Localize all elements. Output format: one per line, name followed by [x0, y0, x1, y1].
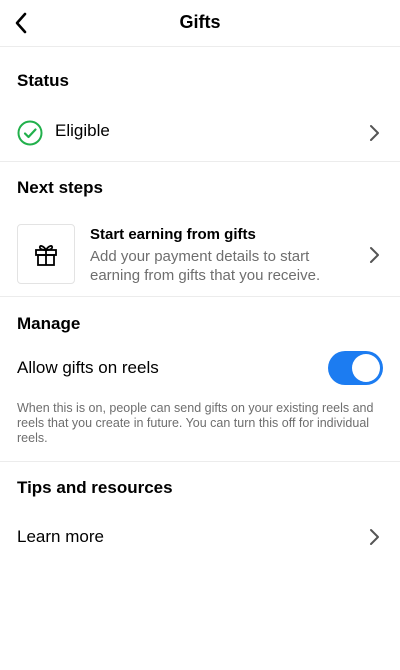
status-heading: Status [17, 71, 69, 90]
header: Gifts [0, 0, 400, 47]
check-circle-icon [17, 120, 43, 146]
allow-gifts-label: Allow gifts on reels [17, 358, 159, 377]
status-value: Eligible [55, 121, 110, 140]
chevron-right-icon [370, 247, 379, 263]
manage-heading: Manage [17, 314, 81, 333]
next-steps-heading: Next steps [17, 178, 103, 197]
page-title: Gifts [179, 12, 221, 32]
learn-more-link[interactable]: Learn more [17, 527, 104, 547]
allow-gifts-toggle[interactable] [328, 351, 383, 385]
chevron-right-icon [370, 529, 379, 545]
start-earning-description: Add your payment details to start earnin… [90, 248, 321, 284]
allow-gifts-help-text: When this is on, people can send gifts o… [17, 401, 374, 445]
divider [0, 296, 400, 297]
divider [0, 161, 400, 162]
gift-icon [35, 245, 57, 266]
toggle-knob [352, 354, 380, 382]
tips-heading: Tips and resources [17, 478, 173, 497]
start-earning-title: Start earning from gifts [90, 226, 256, 243]
chevron-right-icon [370, 125, 379, 141]
divider [0, 461, 400, 462]
gift-card [17, 224, 75, 284]
